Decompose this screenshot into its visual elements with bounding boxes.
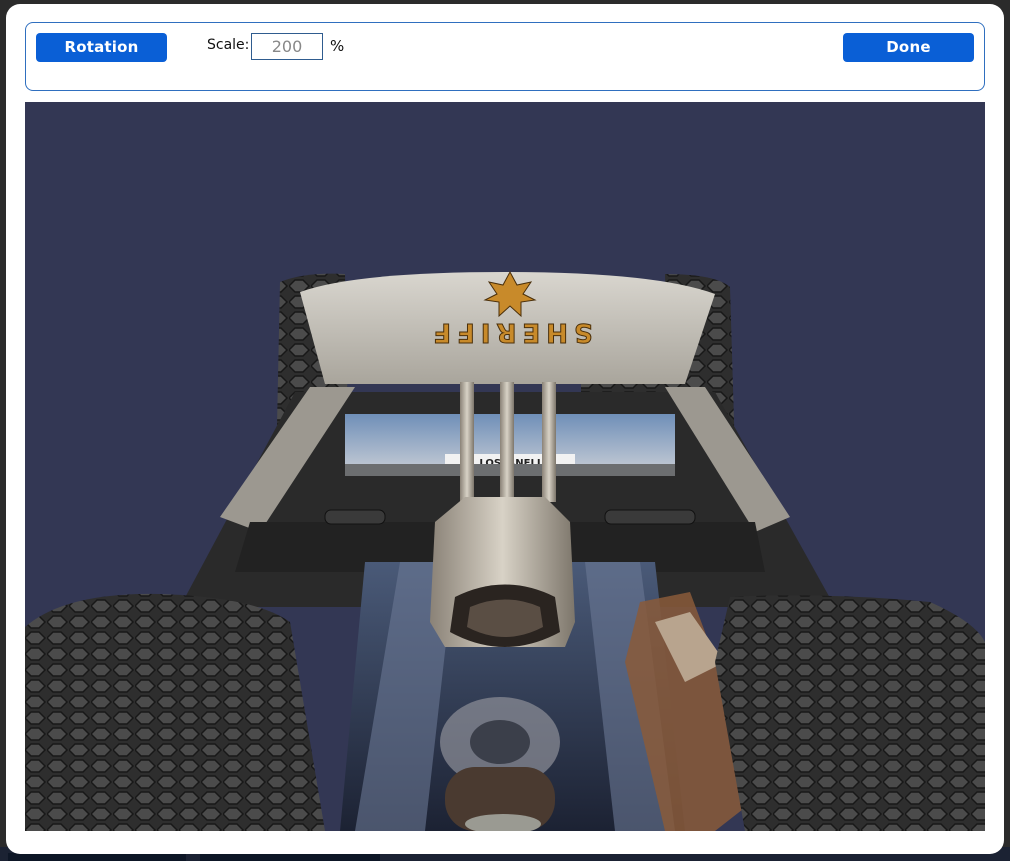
background-panel	[8, 853, 186, 861]
exhaust-pipe	[542, 382, 556, 502]
front-right-tire	[715, 595, 985, 831]
done-button[interactable]: Done	[843, 33, 974, 62]
sheriff-text: SHERIFF	[427, 317, 592, 347]
truck-model-render: LOSPANELI SHERIFF	[25, 270, 985, 831]
viewer-toolbar: Rotation Scale: % Done	[25, 22, 985, 91]
exhaust-pipe	[460, 382, 474, 502]
model-viewer-dialog: Rotation Scale: % Done	[6, 4, 1004, 854]
rotation-button[interactable]: Rotation	[36, 33, 167, 62]
scale-unit-label: %	[330, 37, 345, 55]
3d-model-viewport[interactable]: LOSPANELI SHERIFF	[25, 102, 985, 831]
front-left-tire	[25, 593, 325, 831]
scale-input[interactable]	[251, 33, 323, 60]
background-panel	[200, 853, 380, 861]
exhaust-pipe	[500, 382, 514, 502]
scale-label: Scale:	[207, 37, 250, 53]
